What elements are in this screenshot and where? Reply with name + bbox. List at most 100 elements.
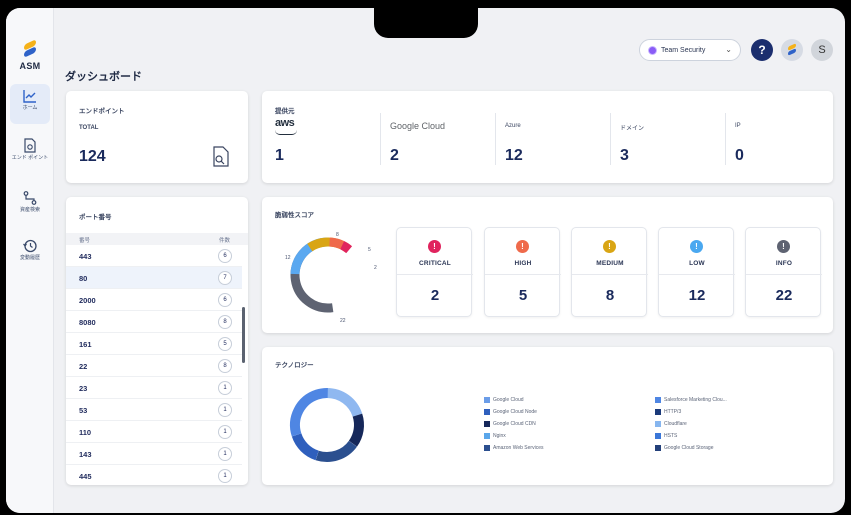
ports-table-header: 番号 件数: [66, 233, 248, 245]
provider-label: IP: [735, 123, 741, 129]
table-row[interactable]: 443 6: [66, 245, 242, 267]
donut-label: 8: [336, 232, 339, 238]
table-row[interactable]: 143 1: [66, 443, 242, 465]
sidebar-item-label: 資産検索: [19, 207, 40, 213]
port-count-badge: 5: [218, 337, 232, 351]
provider-azure[interactable]: Azure 12: [505, 113, 605, 171]
divider: [397, 274, 473, 275]
severity-card-info[interactable]: ! INFO 22: [745, 227, 822, 317]
ports-scrollbar[interactable]: [242, 307, 245, 363]
table-row[interactable]: 23 1: [66, 377, 242, 399]
divider: [495, 113, 496, 165]
severity-card-high[interactable]: ! HIGH 5: [484, 227, 561, 317]
logo-text: ASM: [19, 61, 41, 71]
severity-label: HIGH: [514, 260, 532, 267]
legend-label: Google Cloud CDN: [493, 421, 536, 427]
sidebar-item-history[interactable]: 変動履歴: [10, 234, 50, 274]
team-label: Team Security: [661, 47, 706, 54]
severity-label: CRITICAL: [419, 260, 451, 267]
app-logo[interactable]: ASM: [18, 39, 42, 71]
provider-count: 0: [735, 147, 744, 164]
table-row[interactable]: 22 8: [66, 355, 242, 377]
legend-label: Google Cloud: [493, 397, 524, 403]
severity-label: MEDIUM: [596, 260, 624, 267]
divider: [725, 113, 726, 165]
divider: [380, 113, 381, 165]
user-avatar-button[interactable]: S: [811, 39, 833, 61]
risk-score-card: 脆弱性スコア 12 2 5 8 22 ! CRITICAL 2 ! HIGH 5…: [262, 197, 833, 333]
col-port-header: 番号: [79, 238, 91, 244]
risk-donut-chart[interactable]: 12 2 5 8 22: [278, 225, 378, 325]
table-row[interactable]: 80 7: [66, 267, 242, 289]
severity-count: 8: [605, 287, 615, 304]
port-number: 161: [79, 340, 92, 349]
sidebar-item-home[interactable]: ホーム: [10, 84, 50, 124]
divider: [746, 274, 822, 275]
alert-icon: !: [603, 240, 616, 253]
sidebar-item-asset-search[interactable]: 資産検索: [10, 186, 50, 226]
endpoints-card[interactable]: エンドポイント TOTAL 124: [66, 91, 248, 183]
donut-label: 12: [285, 255, 291, 261]
team-selector[interactable]: Team Security ⌄: [639, 39, 741, 61]
aws-logo: aws: [275, 117, 295, 129]
severity-card-medium[interactable]: ! MEDIUM 8: [571, 227, 648, 317]
legend-swatch: [655, 421, 661, 427]
chevron-down-icon: ⌄: [725, 45, 732, 54]
aws-smile-icon: [275, 130, 297, 135]
app-screen: ASM ホーム エンド ポイント 資産検索 変動履歴 Team Security…: [6, 8, 845, 513]
technology-donut-chart[interactable]: [272, 373, 382, 473]
port-number: 53: [79, 406, 88, 415]
sidebar-item-label: エンド ポイント: [11, 155, 49, 161]
severity-count: 22: [775, 287, 793, 304]
app-switcher-button[interactable]: [781, 39, 803, 61]
risk-title: 脆弱性スコア: [275, 212, 314, 219]
table-row[interactable]: 445 1: [66, 465, 242, 485]
file-search-icon: [24, 138, 36, 153]
severity-label: INFO: [775, 260, 793, 267]
port-number: 80: [79, 274, 88, 283]
table-row[interactable]: 110 1: [66, 421, 242, 443]
endpoints-title: エンドポイント: [79, 108, 125, 115]
legend-swatch: [484, 409, 490, 415]
provider-google-cloud[interactable]: Google Cloud 2: [390, 113, 490, 171]
port-count-badge: 8: [218, 315, 232, 329]
table-row[interactable]: 53 1: [66, 399, 242, 421]
port-count-badge: 6: [218, 249, 232, 263]
col-count-header: 件数: [219, 238, 231, 244]
donut-label: 2: [374, 265, 377, 271]
legend-label: Nginx: [493, 433, 506, 439]
provider-count: 12: [505, 147, 523, 164]
technology-card: テクノロジー Google Cloud Google Cloud Node Go…: [262, 347, 833, 485]
page-title: ダッシュボード: [65, 71, 142, 83]
port-count-badge: 8: [218, 359, 232, 373]
port-number: 445: [79, 472, 92, 481]
port-number: 22: [79, 362, 88, 371]
camera-notch: [374, 8, 478, 38]
port-count-badge: 1: [218, 425, 232, 439]
legend-label: Amazon Web Services: [493, 445, 544, 451]
ports-title: ポート番号: [79, 214, 112, 221]
help-button[interactable]: ?: [751, 39, 773, 61]
legend-swatch: [655, 445, 661, 451]
provider-ip[interactable]: IP 0: [735, 113, 825, 171]
device-frame: ASM ホーム エンド ポイント 資産検索 変動履歴 Team Security…: [0, 0, 851, 515]
port-count-badge: 6: [218, 293, 232, 307]
legend-swatch: [655, 397, 661, 403]
table-row[interactable]: 8080 8: [66, 311, 242, 333]
provider-domain[interactable]: ドメイン 3: [620, 113, 720, 171]
severity-card-low[interactable]: ! LOW 12: [658, 227, 735, 317]
provider-aws[interactable]: aws 1: [275, 113, 375, 171]
provider-count: 1: [275, 147, 284, 164]
port-count-badge: 7: [218, 271, 232, 285]
table-row[interactable]: 2000 6: [66, 289, 242, 311]
technology-title: テクノロジー: [275, 362, 314, 369]
alert-icon: !: [428, 240, 441, 253]
severity-card-critical[interactable]: ! CRITICAL 2: [396, 227, 473, 317]
ports-card: ポート番号 番号 件数 443 6 80 7 2000 6 8080 8 161…: [66, 197, 248, 485]
alert-icon: !: [516, 240, 529, 253]
table-row[interactable]: 161 5: [66, 333, 242, 355]
google-cloud-logo: Google Cloud: [390, 121, 446, 131]
sidebar-item-endpoints[interactable]: エンド ポイント: [10, 134, 50, 174]
legend-label: Salesforce Marketing Clou...: [664, 397, 727, 403]
severity-count: 2: [430, 287, 440, 304]
